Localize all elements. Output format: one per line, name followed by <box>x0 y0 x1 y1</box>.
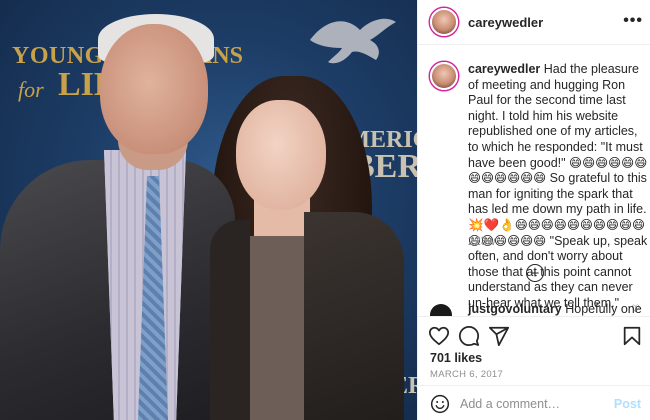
man-face <box>100 24 208 154</box>
woman-jacket-left <box>210 220 250 420</box>
post-header: careywedler ••• <box>418 0 650 45</box>
woman-jacket-right <box>304 212 404 420</box>
comment-avatar[interactable] <box>430 304 452 316</box>
heart-icon[interactable] <box>428 325 450 347</box>
post-date[interactable]: MARCH 6, 2017 <box>430 369 503 380</box>
caption-body: Had the pleasure of meeting and hugging … <box>468 62 648 310</box>
comment-username[interactable]: justgovoluntary <box>468 302 562 316</box>
instagram-post: YOUNG ANS for LIB AMERIC BERT ER careywe… <box>0 0 650 420</box>
banner-text-for: for <box>18 77 44 102</box>
likes-count[interactable]: 701 likes <box>430 351 482 365</box>
caption-avatar[interactable] <box>430 62 458 90</box>
bookmark-icon[interactable] <box>621 325 643 347</box>
eagle-logo-icon <box>310 18 396 64</box>
caption-timestamp[interactable]: 223w <box>468 236 496 248</box>
caption-text: careywedler Had the pleasure of meeting … <box>468 62 648 312</box>
comment-text: justgovoluntary Hopefully one <box>468 302 642 316</box>
post-side-panel: careywedler ••• careywedler Had the plea… <box>417 0 650 420</box>
comment-heart-icon[interactable]: ♡ <box>631 304 640 315</box>
comment-input[interactable] <box>460 396 610 411</box>
comment-icon[interactable] <box>458 325 480 347</box>
caption-username[interactable]: careywedler <box>468 62 540 76</box>
header-username[interactable]: careywedler <box>468 15 543 30</box>
banner-text-young: YOUNG <box>12 43 104 69</box>
more-horizontal-icon[interactable]: ••• <box>623 12 643 30</box>
send-icon[interactable] <box>488 325 510 347</box>
emoji-icon[interactable] <box>430 394 450 414</box>
add-comment-row: Post <box>418 385 650 420</box>
avatar[interactable] <box>430 8 458 36</box>
woman-face <box>236 100 326 210</box>
comment-item: justgovoluntary Hopefully one ♡ <box>430 302 650 316</box>
post-photo[interactable]: YOUNG ANS for LIB AMERIC BERT ER <box>0 0 417 420</box>
post-comment-button[interactable]: Post <box>614 397 641 411</box>
action-bar: 701 likes MARCH 6, 2017 Post <box>418 316 650 420</box>
plus-circle-icon[interactable]: + <box>526 264 544 282</box>
